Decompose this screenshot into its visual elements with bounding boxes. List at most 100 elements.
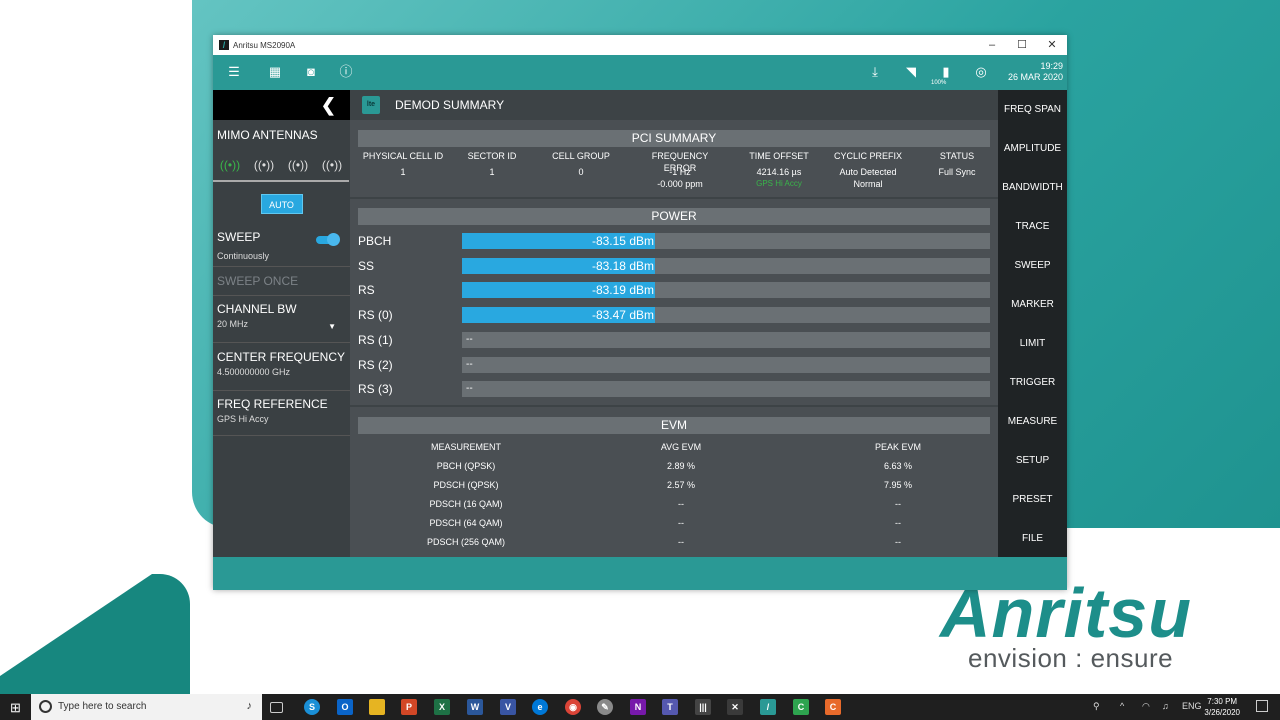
power-bar-track: -83.18 dBm (462, 257, 990, 274)
download-icon[interactable]: ⤓ (866, 63, 884, 81)
power-row-label: RS (2) (358, 357, 393, 372)
evm-value: 6.63 % (883, 461, 913, 471)
antenna-selector: ((•)) ((•)) ((•)) ((•)) (213, 150, 350, 182)
power-value: -83.19 dBm (591, 283, 654, 298)
minimize-button[interactable]: – (977, 35, 1007, 55)
edge-icon[interactable]: e (532, 699, 548, 715)
visio-icon[interactable]: V (500, 699, 516, 715)
demod-summary-panel: lte DEMOD SUMMARY PCI SUMMARY PHYSICAL C… (350, 90, 998, 557)
mimo-antennas-label: MIMO ANTENNAS (217, 128, 318, 142)
auto-button[interactable]: AUTO (260, 194, 303, 214)
language-indicator[interactable]: ENG (1182, 701, 1202, 711)
powerpoint-icon[interactable]: P (401, 699, 417, 715)
status-bar (213, 557, 1067, 590)
gps-icon[interactable]: ◎ (972, 63, 990, 81)
evm-value: -- (895, 499, 901, 509)
antenna-4-icon[interactable]: ((•)) (315, 150, 349, 182)
menu-sweep[interactable]: SWEEP (998, 260, 1067, 271)
antenna-2-icon[interactable]: ((•)) (247, 150, 281, 182)
network-icon[interactable]: ◠ (1142, 701, 1150, 712)
lte-icon[interactable]: lte (362, 96, 380, 114)
instrument-time: 19:29 (1040, 61, 1063, 71)
menu-trigger[interactable]: TRIGGER (998, 377, 1067, 388)
word-icon[interactable]: W (467, 699, 483, 715)
anritsu-app-icon[interactable]: / (760, 699, 776, 715)
people-icon[interactable]: ⚲ (1093, 701, 1100, 712)
excel-icon[interactable]: X (434, 699, 450, 715)
instrument-date: 26 MAR 2020 (1007, 72, 1063, 82)
task-view-icon[interactable] (270, 702, 283, 713)
power-value: -- (466, 333, 473, 345)
instrument-toolbar: ☰ ▦ ◙ ⓘ ⤓ ◥ ▮ 100% ◎ 19:29 26 MAR 2020 (213, 55, 1067, 90)
notifications-icon[interactable] (1256, 700, 1268, 712)
window-titlebar[interactable]: / Anritsu MS2090A – ☐ ✕ (213, 35, 1067, 55)
power-bar-track: -83.19 dBm (462, 282, 990, 299)
camtasia-recorder-icon[interactable]: C (825, 699, 841, 715)
info-icon[interactable]: ⓘ (337, 63, 355, 81)
pci-value: -1 Hz (669, 167, 691, 177)
sweep-toggle[interactable] (316, 233, 340, 246)
chevron-up-icon[interactable]: ^ (1120, 701, 1124, 711)
maximize-button[interactable]: ☐ (1007, 35, 1037, 55)
search-placeholder: Type here to search (58, 701, 147, 712)
channel-bw-setting[interactable]: CHANNEL BW 20 MHz ▼ (213, 296, 350, 342)
app-icon[interactable]: ||| (695, 699, 711, 715)
antenna-1-icon[interactable]: ((•)) (213, 150, 247, 182)
power-bar-track: -- (462, 381, 990, 398)
divider (213, 435, 350, 436)
app-logo-icon: / (219, 40, 229, 50)
volume-icon[interactable]: ♫ (1162, 701, 1169, 711)
menu-setup[interactable]: SETUP (998, 455, 1067, 466)
evm-value: -- (678, 499, 684, 509)
evm-value: 2.57 % (666, 480, 696, 490)
power-row-label: SS (358, 258, 375, 273)
sweep-once-button[interactable]: SWEEP ONCE (213, 267, 350, 295)
teams-icon[interactable]: T (662, 699, 678, 715)
chrome-icon[interactable]: ◉ (565, 699, 581, 715)
wifi-icon[interactable]: ◥ (902, 63, 920, 81)
power-row-label: RS (358, 283, 375, 298)
demod-header: lte DEMOD SUMMARY (350, 90, 998, 120)
menu-amplitude[interactable]: AMPLITUDE (998, 143, 1067, 154)
menu-preset[interactable]: PRESET (998, 494, 1067, 505)
evm-measurement-name: PDSCH (256 QAM) (426, 537, 506, 547)
camera-icon[interactable]: ◙ (302, 63, 320, 81)
camtasia-icon[interactable]: C (793, 699, 809, 715)
app-icon[interactable]: ✎ (597, 699, 613, 715)
onenote-icon[interactable]: N (630, 699, 646, 715)
sweep-setting[interactable]: SWEEP Continuously (213, 226, 350, 261)
power-value: -83.47 dBm (591, 308, 654, 323)
freq-reference-label: FREQ REFERENCE (217, 397, 328, 411)
app-icon[interactable]: ✕ (727, 699, 743, 715)
skype-icon[interactable]: S (304, 699, 320, 715)
center-frequency-setting[interactable]: CENTER FREQUENCY 4.500000000 GHz (213, 343, 350, 390)
menu-trace[interactable]: TRACE (998, 221, 1067, 232)
hamburger-menu-icon[interactable]: ☰ (225, 63, 243, 81)
menu-marker[interactable]: MARKER (998, 299, 1067, 310)
instrument-clock: 19:29 26 MAR 2020 (1008, 61, 1063, 83)
menu-freq-span[interactable]: FREQ SPAN (998, 104, 1067, 115)
taskbar-clock[interactable]: 7:30 PM 3/26/2020 (1204, 696, 1240, 718)
menu-limit[interactable]: LIMIT (998, 338, 1067, 349)
antenna-3-icon[interactable]: ((•)) (281, 150, 315, 182)
center-frequency-label: CENTER FREQUENCY (217, 350, 346, 364)
apps-grid-icon[interactable]: ▦ (266, 63, 284, 81)
taskbar-time: 7:30 PM (1207, 697, 1238, 706)
freq-reference-setting[interactable]: FREQ REFERENCE GPS Hi Accy (213, 391, 350, 435)
file-explorer-icon[interactable] (369, 699, 385, 715)
taskbar-search-box[interactable]: Type here to search ♪ (31, 694, 262, 720)
left-settings-panel: ❮ MIMO ANTENNAS ((•)) ((•)) ((•)) ((•)) … (213, 90, 350, 557)
demod-summary-title: DEMOD SUMMARY (395, 98, 505, 112)
sweep-toggle-knob (327, 233, 340, 246)
app-window: / Anritsu MS2090A – ☐ ✕ ☰ ▦ ◙ ⓘ ⤓ ◥ ▮ 10… (213, 35, 1067, 590)
outlook-icon[interactable]: O (337, 699, 353, 715)
back-arrow-icon[interactable]: ❮ (321, 95, 336, 116)
menu-measure[interactable]: MEASURE (998, 416, 1067, 427)
menu-file[interactable]: FILE (998, 533, 1067, 544)
power-bar-track: -- (462, 356, 990, 373)
microphone-icon[interactable]: ♪ (247, 700, 253, 712)
menu-bandwidth[interactable]: BANDWIDTH (998, 182, 1067, 193)
power-row-label: PBCH (358, 234, 392, 248)
close-button[interactable]: ✕ (1037, 35, 1067, 55)
windows-start-icon[interactable]: ⊞ (10, 700, 21, 716)
